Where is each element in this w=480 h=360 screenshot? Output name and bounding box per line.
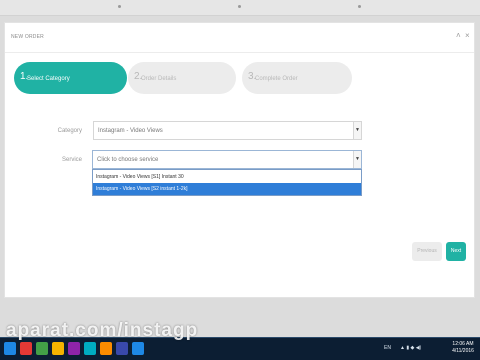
step-label: Complete Order [255, 76, 298, 82]
taskbar-app-icon[interactable] [52, 342, 64, 355]
chevron-down-icon: ▼ [355, 127, 360, 133]
panel-title: NEW ORDER [11, 34, 44, 40]
taskbar-app-icon[interactable] [84, 342, 96, 355]
select-arrow: ▼ [353, 151, 361, 168]
previous-button[interactable]: Previous [412, 242, 442, 261]
panel-header: NEW ORDER ˄ × [5, 23, 474, 53]
service-option-highlighted[interactable]: Instagram - Video Views [S2 instant 1-2k… [93, 183, 361, 195]
service-dropdown-list: Instagram - Video Views [S1] Instant 30 … [92, 169, 362, 196]
clock-time: 12:06 AM [452, 341, 474, 347]
dot-icon [238, 5, 241, 8]
service-placeholder: Click to choose service [97, 157, 159, 163]
taskbar-app-icon[interactable] [116, 342, 128, 355]
category-select[interactable]: Instagram - Video Views ▼ [93, 121, 362, 140]
category-value: Instagram - Video Views [98, 128, 163, 134]
step-label: Select Category [27, 76, 70, 82]
step-select-category[interactable]: 1. Select Category [14, 62, 127, 94]
taskbar-app-icon[interactable] [68, 342, 80, 355]
category-label: Category [57, 128, 82, 134]
language-indicator[interactable]: EN [384, 345, 391, 351]
collapse-icon[interactable]: ˄ [456, 31, 461, 41]
select-arrow: ▼ [353, 122, 361, 139]
taskbar-app-icon[interactable] [132, 342, 144, 355]
service-option[interactable]: Instagram - Video Views [S1] Instant 30 [93, 171, 361, 183]
taskbar-app-icon[interactable] [100, 342, 112, 355]
next-button[interactable]: Next [446, 242, 466, 261]
close-icon[interactable]: × [465, 31, 470, 41]
taskbar-app-icon[interactable] [36, 342, 48, 355]
step-order-details[interactable]: 2. Order Details [128, 62, 236, 94]
system-clock[interactable]: 12:06 AM 4/11/2016 [448, 341, 478, 355]
tray-icons[interactable]: ▲ ▮ ◆ ◀) [400, 345, 421, 351]
browser-top-strip [0, 0, 480, 16]
dot-icon [118, 5, 121, 8]
service-select[interactable]: Click to choose service ▼ [92, 150, 362, 169]
step-label: Order Details [141, 76, 177, 82]
service-label: Service [61, 157, 82, 163]
start-icon[interactable] [4, 342, 16, 355]
clock-date: 4/11/2016 [452, 348, 474, 354]
taskbar-app-icon[interactable] [20, 342, 32, 355]
step-complete-order[interactable]: 3. Complete Order [242, 62, 352, 94]
chevron-down-icon: ▼ [355, 156, 360, 162]
dot-icon [358, 5, 361, 8]
watermark-text: aparat.com/instagp [6, 320, 199, 341]
